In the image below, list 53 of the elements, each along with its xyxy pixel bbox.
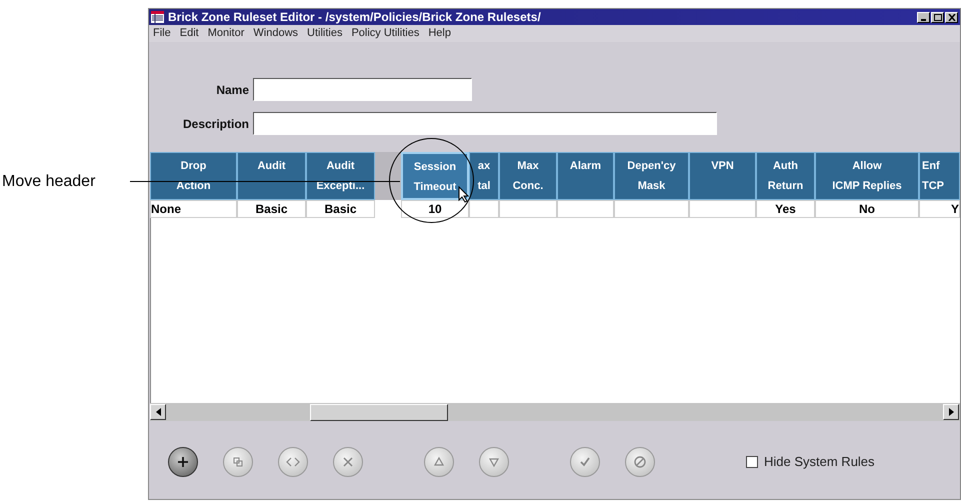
column-header[interactable]: Session Timeout (401, 152, 469, 200)
toolbar-button[interactable] (168, 447, 198, 477)
text-field[interactable] (253, 112, 717, 135)
text-field[interactable] (253, 78, 472, 101)
scrollbar-thumb[interactable] (310, 404, 448, 420)
slashed-circle-icon (632, 454, 648, 470)
column-header[interactable]: Max Conc. (499, 152, 557, 200)
table-cell: Basic (237, 200, 306, 218)
arrow-left-icon (156, 408, 160, 416)
table-cell (469, 200, 499, 218)
maximize-icon (934, 14, 942, 20)
arrow-right-icon (948, 408, 954, 416)
column-header[interactable]: ax tal (469, 152, 499, 200)
table-cell (557, 200, 614, 218)
column-header[interactable]: VPN (689, 152, 756, 200)
column-header[interactable]: Depen'cy Mask (614, 152, 689, 200)
column-header[interactable]: Auth Return (756, 152, 815, 200)
plus-icon (175, 454, 191, 470)
table-cell (689, 200, 756, 218)
table-cell: Basic (306, 200, 375, 218)
menu-item[interactable]: Help (428, 25, 451, 42)
checkbox[interactable] (746, 456, 758, 468)
annotation-label: Move header (2, 173, 96, 190)
table-icon (151, 11, 164, 23)
column-header[interactable]: Audit (237, 152, 306, 200)
column-header[interactable]: Allow ICMP Replies (815, 152, 919, 200)
column-header[interactable]: Alarm (557, 152, 614, 200)
table-cell (499, 200, 557, 218)
column-header[interactable]: Drop Action (150, 152, 237, 200)
menu-item[interactable]: File (153, 25, 171, 42)
column-header[interactable]: Audit Excepti... (306, 152, 375, 200)
table-cell: Y (919, 200, 960, 218)
minimize-button[interactable] (917, 12, 930, 22)
horizontal-scrollbar[interactable] (150, 403, 960, 421)
menu-item[interactable]: Monitor (208, 25, 244, 42)
close-button[interactable] (945, 12, 958, 22)
menu-item[interactable]: Utilities (307, 25, 342, 42)
table-cell: Yes (756, 200, 815, 218)
table-cell: None (150, 200, 237, 218)
window-title: Brick Zone Ruleset Editor - /system/Policies/Brick Zone Rulesets/ (168, 11, 541, 23)
field-label: Description (182, 116, 250, 132)
menu-item[interactable]: Windows (253, 25, 298, 42)
menu-item[interactable]: Policy Utilities (351, 25, 420, 42)
scroll-right-button[interactable] (943, 404, 959, 420)
checkbox-label: Hide System Rules (764, 453, 875, 472)
table-cell: No (815, 200, 919, 218)
field-label: Name (215, 82, 250, 98)
maximize-button[interactable] (931, 12, 944, 22)
menu-item[interactable]: Edit (180, 25, 199, 42)
column-header[interactable]: Enf TCP (919, 152, 960, 200)
scroll-left-button[interactable] (150, 404, 166, 420)
column-drop-slot (375, 152, 401, 200)
close-icon (948, 14, 956, 20)
